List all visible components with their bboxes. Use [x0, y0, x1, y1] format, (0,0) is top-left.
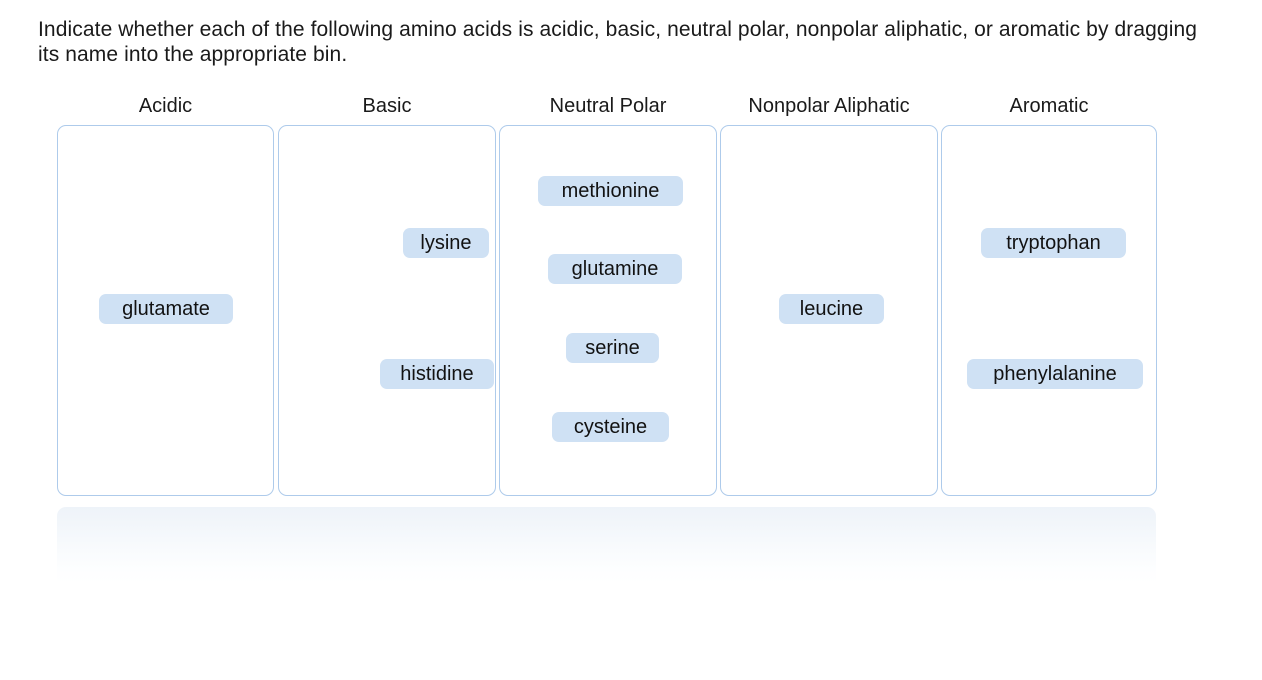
bin-column-neutral-polar: Neutral Polar methionine glutamine serine cy… [499, 92, 717, 498]
draggable-chip[interactable]: serine [566, 333, 659, 363]
draggable-chip[interactable]: lysine [403, 228, 489, 258]
bin-column-aromatic: Aromatic tryptophan phenylalanine [941, 92, 1157, 498]
bin-header-acidic: Acidic [138, 95, 193, 117]
bin-header-aromatic: Aromatic [1009, 95, 1089, 117]
draggable-chip[interactable]: tryptophan [981, 228, 1126, 258]
bin-dropzone-neutral-polar[interactable]: methionine glutamine serine cysteine [499, 125, 717, 496]
draggable-chip[interactable]: leucine [779, 294, 884, 324]
bin-column-acidic: Acidic glutamate [57, 92, 274, 498]
bin-dropzone-basic[interactable]: lysine histidine [278, 125, 496, 496]
source-word-bank[interactable] [57, 507, 1156, 583]
draggable-chip[interactable]: phenylalanine [967, 359, 1143, 389]
bin-dropzone-nonpolar-aliphatic[interactable]: leucine [720, 125, 938, 496]
bin-dropzone-acidic[interactable]: glutamate [57, 125, 274, 496]
draggable-chip[interactable]: cysteine [552, 412, 669, 442]
question-prompt: Indicate whether each of the following a… [38, 18, 1198, 66]
bin-column-basic: Basic lysine histidine [278, 92, 496, 498]
bin-header-basic: Basic [362, 95, 412, 117]
draggable-chip[interactable]: histidine [380, 359, 494, 389]
bin-header-neutral-polar: Neutral Polar [549, 95, 667, 117]
draggable-chip[interactable]: glutamine [548, 254, 682, 284]
bin-header-nonpolar-aliphatic: Nonpolar Aliphatic [748, 95, 910, 117]
draggable-chip[interactable]: glutamate [99, 294, 233, 324]
bin-dropzone-aromatic[interactable]: tryptophan phenylalanine [941, 125, 1157, 496]
draggable-chip[interactable]: methionine [538, 176, 683, 206]
bin-column-nonpolar-aliphatic: Nonpolar Aliphatic leucine [720, 92, 938, 498]
bins-row: Acidic glutamate Basic lysine histidine Neutr… [57, 92, 1157, 498]
